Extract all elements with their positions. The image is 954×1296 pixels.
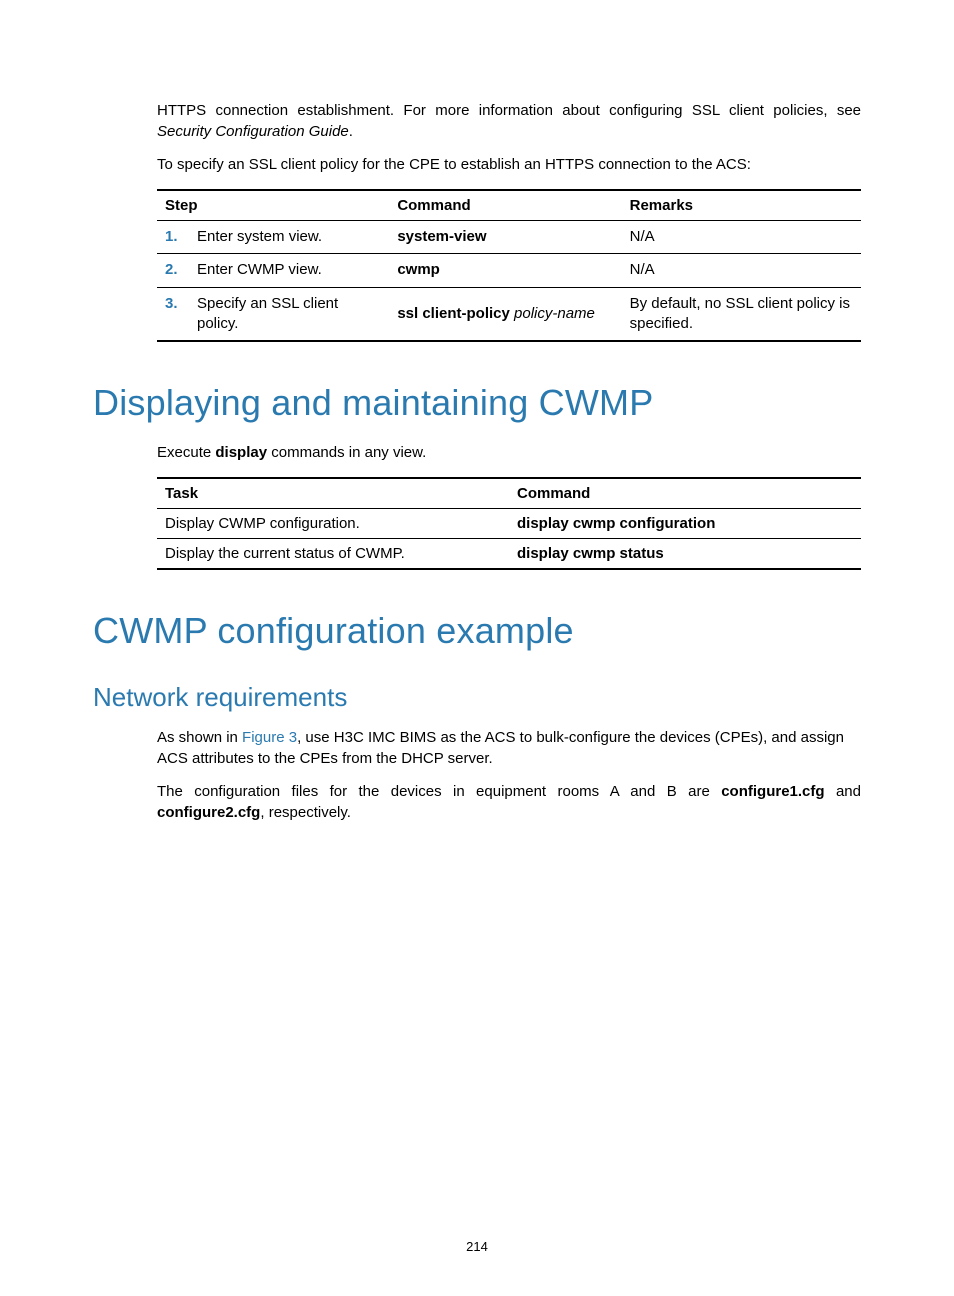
table-row: Display the current status of CWMP. disp… bbox=[157, 539, 861, 570]
config-file-2: configure2.cfg bbox=[157, 804, 260, 821]
command-arg: policy-name bbox=[514, 305, 595, 322]
heading-displaying-maintaining: Displaying and maintaining CWMP bbox=[93, 382, 861, 424]
page-number: 214 bbox=[0, 1239, 954, 1254]
display-sentence: Execute display commands in any view. bbox=[157, 442, 861, 463]
col-command: Command bbox=[509, 478, 861, 509]
intro-block: HTTPS connection establishment. For more… bbox=[157, 100, 861, 342]
intro-paragraph-2: To specify an SSL client policy for the … bbox=[157, 154, 861, 175]
intro-text: HTTPS connection establishment. For more… bbox=[157, 102, 861, 119]
display-block: Execute display commands in any view. Ta… bbox=[157, 442, 861, 570]
config-file-1: configure1.cfg bbox=[721, 783, 824, 800]
col-step: Step bbox=[157, 190, 389, 221]
step-cell: 3. Specify an SSL client policy. bbox=[157, 287, 389, 341]
ssl-steps-table: Step Command Remarks 1. Enter system vie… bbox=[157, 189, 861, 342]
heading-network-requirements: Network requirements bbox=[93, 682, 861, 713]
remarks-cell: N/A bbox=[622, 221, 861, 254]
tasks-table: Task Command Display CWMP configuration.… bbox=[157, 477, 861, 570]
step-number: 2. bbox=[165, 260, 179, 280]
requirements-block: As shown in Figure 3, use H3C IMC BIMS a… bbox=[157, 727, 861, 823]
para2-pre: The configuration files for the devices … bbox=[157, 783, 721, 800]
step-cell: 1. Enter system view. bbox=[157, 221, 389, 254]
command-cell: cwmp bbox=[389, 254, 621, 287]
para2-mid: and bbox=[825, 783, 861, 800]
col-task: Task bbox=[157, 478, 509, 509]
step-text: Enter CWMP view. bbox=[197, 260, 322, 280]
para1-pre: As shown in bbox=[157, 729, 242, 746]
intro-paragraph-1: HTTPS connection establishment. For more… bbox=[157, 100, 861, 142]
step-cell: 2. Enter CWMP view. bbox=[157, 254, 389, 287]
remarks-cell: N/A bbox=[622, 254, 861, 287]
display-bold: display bbox=[215, 444, 267, 461]
step-text: Specify an SSL client policy. bbox=[197, 294, 383, 335]
task-cell: Display the current status of CWMP. bbox=[157, 539, 509, 570]
command-text: system-view bbox=[397, 228, 486, 245]
heading-config-example: CWMP configuration example bbox=[93, 610, 861, 652]
table-row: Display CWMP configuration. display cwmp… bbox=[157, 509, 861, 539]
para2-post: , respectively. bbox=[260, 804, 351, 821]
table-row: 1. Enter system view. system-view N/A bbox=[157, 221, 861, 254]
intro-text-end: . bbox=[349, 123, 353, 140]
step-text: Enter system view. bbox=[197, 227, 322, 247]
guide-reference: Security Configuration Guide bbox=[157, 123, 349, 140]
display-post: commands in any view. bbox=[267, 444, 426, 461]
step-number: 3. bbox=[165, 294, 179, 314]
document-page: HTTPS connection establishment. For more… bbox=[0, 0, 954, 823]
display-pre: Execute bbox=[157, 444, 215, 461]
step-number: 1. bbox=[165, 227, 179, 247]
col-remarks: Remarks bbox=[622, 190, 861, 221]
command-text: cwmp bbox=[397, 261, 440, 278]
figure-link[interactable]: Figure 3 bbox=[242, 729, 297, 746]
command-text: ssl client-policy bbox=[397, 305, 514, 322]
requirements-paragraph-1: As shown in Figure 3, use H3C IMC BIMS a… bbox=[157, 727, 861, 769]
command-cell: display cwmp status bbox=[509, 539, 861, 570]
task-cell: Display CWMP configuration. bbox=[157, 509, 509, 539]
table-row: 2. Enter CWMP view. cwmp N/A bbox=[157, 254, 861, 287]
remarks-cell: By default, no SSL client policy is spec… bbox=[622, 287, 861, 341]
command-cell: ssl client-policy policy-name bbox=[389, 287, 621, 341]
col-command: Command bbox=[389, 190, 621, 221]
table-row: 3. Specify an SSL client policy. ssl cli… bbox=[157, 287, 861, 341]
table-header-row: Task Command bbox=[157, 478, 861, 509]
command-cell: system-view bbox=[389, 221, 621, 254]
command-cell: display cwmp configuration bbox=[509, 509, 861, 539]
table-header-row: Step Command Remarks bbox=[157, 190, 861, 221]
requirements-paragraph-2: The configuration files for the devices … bbox=[157, 781, 861, 823]
